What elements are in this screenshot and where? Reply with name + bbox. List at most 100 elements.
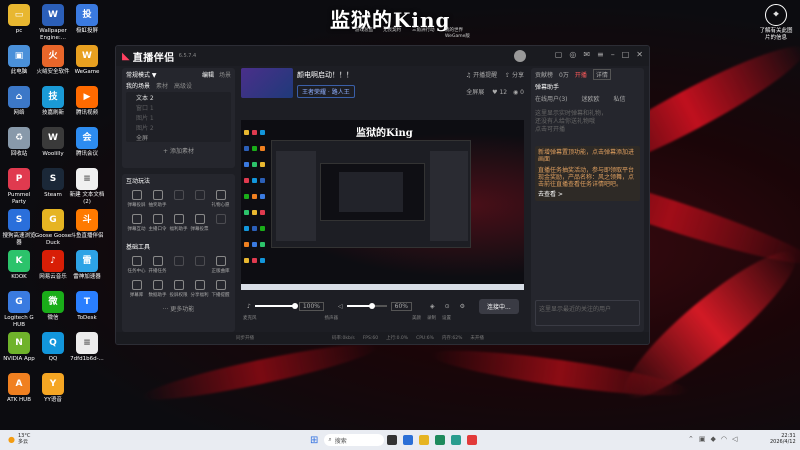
desktop-icon[interactable]: 斗斗鱼直播伴侣 bbox=[68, 209, 106, 240]
clock[interactable]: 22:31 2026/4/12 bbox=[770, 433, 796, 445]
category-badge[interactable]: 王者荣耀 · 路人王 bbox=[297, 85, 355, 98]
desktop-icon[interactable]: W Wallpaper Engine:... bbox=[34, 4, 72, 41]
speaker-icon[interactable]: ◁ bbox=[338, 303, 343, 310]
wifi-icon[interactable]: ◠ bbox=[721, 435, 727, 443]
close-icon[interactable]: ✕ bbox=[636, 50, 643, 59]
desktop-icon[interactable]: ▣ 此电脑 bbox=[0, 45, 38, 76]
minimize-icon[interactable]: – bbox=[611, 50, 615, 59]
tab-private-message[interactable]: 私信 bbox=[614, 94, 626, 103]
tool-item[interactable]: 弹幕投屏 bbox=[126, 190, 147, 208]
volume-icon[interactable]: ◁ bbox=[732, 435, 737, 443]
mic-slider[interactable] bbox=[254, 303, 298, 309]
promo-link[interactable]: 去查看 > bbox=[538, 191, 637, 198]
mail-icon[interactable]: ✉ bbox=[583, 50, 590, 59]
tab-my-scenes[interactable]: 我的场景 bbox=[126, 81, 150, 90]
message-icon[interactable]: ▢ bbox=[555, 50, 563, 59]
source-item[interactable]: 图片 2 bbox=[126, 122, 231, 132]
tool-item[interactable]: 弹幕投票 bbox=[189, 214, 210, 232]
desktop-icon[interactable]: ⌂ 网络 bbox=[0, 86, 38, 117]
desktop-icon[interactable]: ♻ 回收站 bbox=[0, 127, 38, 158]
support-icon[interactable]: ◎ bbox=[569, 50, 576, 59]
mic-volume[interactable]: 100% bbox=[298, 301, 324, 311]
tool-item[interactable]: 投屏权限 bbox=[168, 280, 189, 298]
more-features-button[interactable]: ··· 更多功能 bbox=[122, 304, 235, 313]
fullscreen-button[interactable]: 全屏展 bbox=[466, 89, 484, 96]
speaker-slider[interactable] bbox=[346, 303, 387, 309]
tool-item[interactable]: 任务中心 bbox=[126, 256, 147, 274]
desktop-icon[interactable]: W Woolilly bbox=[34, 127, 72, 158]
source-item[interactable]: 图片 1 bbox=[126, 112, 231, 122]
live-companion-icon[interactable] bbox=[467, 435, 478, 445]
tool-item[interactable]: 福利助手 bbox=[168, 214, 189, 232]
tab-advanced[interactable]: 高级设 bbox=[174, 81, 192, 90]
desktop-icon[interactable]: 投极虹投屏 bbox=[68, 4, 106, 35]
tray-app-icon[interactable]: ▣ bbox=[699, 435, 706, 443]
desktop-icon[interactable]: N NVIDIA App bbox=[0, 332, 38, 363]
mic-icon[interactable]: ♪ bbox=[247, 303, 251, 310]
source-item[interactable]: 文本 2 bbox=[126, 92, 231, 102]
status-item[interactable]: 同步开播 bbox=[236, 335, 254, 341]
desktop-icon[interactable]: ▶ 腾讯视频 bbox=[68, 86, 106, 117]
tool-item[interactable]: 主播口令 bbox=[147, 214, 168, 232]
app-icon[interactable] bbox=[403, 435, 414, 445]
menu-icon[interactable]: ≡ bbox=[597, 50, 604, 59]
desktop-icon[interactable]: 技技嘉刷新 bbox=[34, 86, 72, 117]
explorer-icon[interactable] bbox=[419, 435, 430, 445]
desktop-icon-spotlight[interactable]: ⌖ 了解有关此图片的信息 bbox=[757, 4, 795, 41]
tool-item[interactable]: 分享福利 bbox=[189, 280, 210, 298]
desktop-icon[interactable]: 火火绒安全软件 bbox=[34, 45, 72, 76]
desktop-icon[interactable]: G Goose Goose Duck bbox=[34, 209, 72, 246]
desktop-icon[interactable]: ♪ 网易云音乐 bbox=[34, 250, 72, 281]
record-icon[interactable]: ⊙ bbox=[445, 303, 450, 310]
taskview-icon[interactable] bbox=[387, 435, 398, 445]
source-item[interactable]: 全屏 bbox=[126, 132, 231, 142]
tool-item[interactable] bbox=[210, 214, 231, 232]
settings-icon[interactable]: ⚙ bbox=[460, 303, 465, 310]
details-button[interactable]: 详情 bbox=[592, 68, 611, 80]
scene-mode-select[interactable]: 常规模式 ▼ bbox=[126, 70, 157, 79]
tool-item[interactable]: 抽奖助手 bbox=[147, 190, 168, 208]
tool-item[interactable] bbox=[168, 256, 189, 274]
desktop-icon[interactable]: ≡ 新建 文本文档 (2) bbox=[68, 168, 106, 205]
desktop-icon[interactable]: ≡ 7dfd1b6d-... bbox=[68, 332, 106, 363]
add-source-button[interactable]: + 添加素材 bbox=[122, 146, 235, 155]
tab-material[interactable]: 素材 bbox=[156, 81, 168, 90]
search-box[interactable]: ⌕ 搜索 bbox=[324, 434, 385, 446]
edit-button[interactable]: 编辑 bbox=[202, 72, 214, 79]
tool-item[interactable]: 正版曲库 bbox=[210, 256, 231, 274]
desktop-icon[interactable]: ▭ pc bbox=[0, 4, 38, 35]
desktop-icon[interactable]: 会腾讯会议 bbox=[68, 127, 106, 158]
desktop-icon[interactable]: 雷雷神加速器 bbox=[68, 250, 106, 281]
tool-item[interactable] bbox=[168, 190, 189, 208]
tab-fans[interactable]: 迷欧欧 bbox=[582, 94, 600, 103]
tool-item[interactable]: 礼物心愿 bbox=[210, 190, 231, 208]
contribution-tab[interactable]: 贡献榜 bbox=[535, 70, 553, 79]
speaker-volume[interactable]: 60% bbox=[390, 301, 412, 311]
desktop-icon[interactable]: Y YY语音 bbox=[34, 373, 72, 404]
desktop-icon[interactable]: 微微信 bbox=[34, 291, 72, 322]
tool-item[interactable] bbox=[189, 256, 210, 274]
weather-widget[interactable]: ● 13°C 多云 bbox=[8, 433, 30, 445]
tool-item[interactable]: 弹幕互动 bbox=[126, 214, 147, 232]
desktop-icon[interactable]: K KOOK bbox=[0, 250, 38, 281]
desktop-icon[interactable]: G Logitech G HUB bbox=[0, 291, 38, 328]
app-icon[interactable] bbox=[451, 435, 462, 445]
desktop-icon[interactable]: S 搜狗高速浏览器 bbox=[0, 209, 38, 246]
desktop-icon[interactable]: A ATK HUB bbox=[0, 373, 38, 404]
maximize-icon[interactable]: □ bbox=[622, 50, 630, 59]
scene-button[interactable]: 场景 bbox=[219, 72, 231, 79]
open-notify-button[interactable]: 开播提醒 bbox=[473, 72, 497, 79]
desktop-icon[interactable]: P Pummel Party bbox=[0, 168, 38, 205]
source-item[interactable]: 窗口 1 bbox=[126, 102, 231, 112]
tool-item[interactable] bbox=[189, 190, 210, 208]
tool-item[interactable]: 下播提醒 bbox=[210, 280, 231, 298]
tool-item[interactable]: 开播任务 bbox=[147, 256, 168, 274]
tool-item[interactable]: 数据助手 bbox=[147, 280, 168, 298]
desktop-icon[interactable]: Q QQ bbox=[34, 332, 72, 363]
avatar[interactable] bbox=[514, 50, 526, 62]
desktop-icon[interactable]: T ToDesk bbox=[68, 291, 106, 322]
share-button[interactable]: 分享 bbox=[512, 72, 524, 79]
desktop-icon[interactable]: W WeGame bbox=[68, 45, 106, 76]
stream-preview[interactable]: 监狱的King bbox=[241, 120, 524, 290]
tool-item[interactable]: 弹幕库 bbox=[126, 280, 147, 298]
